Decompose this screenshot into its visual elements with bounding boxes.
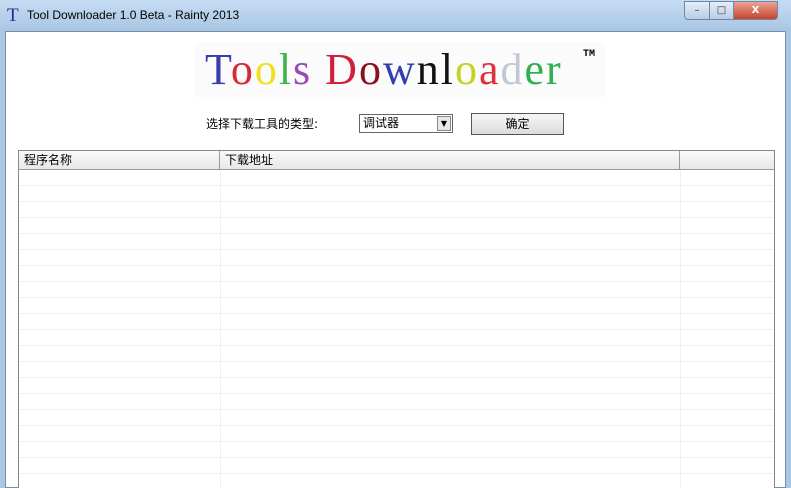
minimize-button[interactable]: – xyxy=(684,1,710,20)
logo-letter: r xyxy=(546,45,563,94)
logo-letter: w xyxy=(382,45,417,94)
table-header: 程序名称 下载地址 xyxy=(19,151,774,170)
logo-letter: d xyxy=(500,45,525,94)
trademark: TM xyxy=(583,49,596,60)
logo-letter xyxy=(312,45,325,94)
logo-letter: o xyxy=(454,45,479,94)
logo-letter: e xyxy=(524,45,547,94)
chevron-down-icon[interactable]: ▼ xyxy=(437,116,451,131)
tool-type-select[interactable]: 调试器 ▼ xyxy=(359,114,453,133)
logo-letter: s xyxy=(293,45,313,94)
logo-letter: D xyxy=(325,45,359,94)
logo: Tools Downloader xyxy=(195,42,605,97)
column-header-name[interactable]: 程序名称 xyxy=(19,151,220,169)
logo-letter: l xyxy=(278,45,294,94)
close-button[interactable]: X xyxy=(733,1,778,20)
logo-letter: a xyxy=(478,45,501,94)
logo-letter: o xyxy=(230,45,255,94)
column-divider xyxy=(680,170,681,488)
column-header-url[interactable]: 下载地址 xyxy=(220,151,680,169)
logo-letter: T xyxy=(205,45,231,94)
title-bar[interactable]: T Tool Downloader 1.0 Beta - Rainty 2013… xyxy=(0,0,791,31)
maximize-button[interactable]: □ xyxy=(709,1,734,20)
type-label: 选择下载工具的类型: xyxy=(206,117,319,131)
logo-letter: n xyxy=(416,45,441,94)
table-body[interactable] xyxy=(19,170,774,488)
window-title: Tool Downloader 1.0 Beta - Rainty 2013 xyxy=(27,8,240,22)
logo-letter: l xyxy=(440,45,455,94)
column-header-extra[interactable] xyxy=(680,151,774,169)
ok-button[interactable]: 确定 xyxy=(471,113,564,135)
logo-letter: o xyxy=(358,45,383,94)
app-icon: T xyxy=(7,5,19,26)
column-divider xyxy=(220,170,221,488)
tools-table[interactable]: 程序名称 下载地址 xyxy=(18,150,775,488)
tool-type-value: 调试器 xyxy=(363,116,400,130)
logo-letter: o xyxy=(254,45,279,94)
